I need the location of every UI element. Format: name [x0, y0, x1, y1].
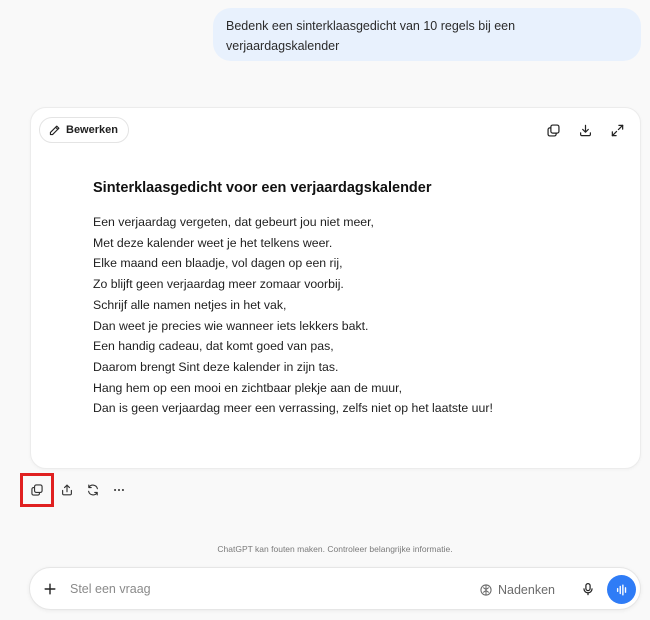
poem-line: Een verjaardag vergeten, dat gebeurt jou… [93, 215, 374, 229]
disclaimer-text: ChatGPT kan fouten maken. Controleer bel… [217, 544, 453, 554]
more-icon [114, 488, 124, 492]
canvas-card: Bewerken Sinterklaasgedicht voor een ver… [30, 107, 641, 469]
copy-icon [546, 123, 560, 137]
poem-line: Met deze kalender weet je het telkens we… [93, 235, 333, 250]
think-button[interactable]: Nadenken [479, 579, 555, 601]
canvas-expand-button[interactable] [608, 121, 626, 139]
poem-line: Schrijf alle namen netjes in het vak, [93, 297, 287, 312]
microphone-icon [583, 582, 593, 596]
dictate-button[interactable] [578, 579, 598, 599]
expand-icon [611, 124, 623, 136]
poem-lines: Een verjaardag vergeten, dat gebeurt jou… [93, 212, 493, 419]
poem-line: Elke maand een blaadje, vol dagen op een… [93, 256, 343, 271]
poem-line: Daarom brengt Sint deze kalender in zijn… [93, 359, 339, 374]
message-input[interactable] [70, 578, 450, 600]
pencil-icon [49, 125, 60, 135]
plus-icon [44, 583, 56, 595]
lightbulb-icon [480, 584, 492, 596]
poem-line: Zo blijft geen verjaardag meer zomaar vo… [93, 277, 344, 292]
canvas-copy-button[interactable] [544, 121, 562, 139]
poem-line: Hang hem op een mooi en zichtbaar plekje… [93, 380, 402, 395]
poem-line: Dan weet je precies wie wanneer iets lek… [93, 318, 369, 333]
edit-button[interactable]: Bewerken [39, 117, 129, 143]
audio-waveform-icon [616, 583, 626, 596]
canvas-title: Sinterklaasgedicht voor een verjaardagsk… [93, 180, 432, 196]
edit-button-label: Bewerken [66, 124, 118, 136]
chat-page: Bedenk een sinterklaasgedicht van 10 reg… [0, 0, 650, 620]
user-message-bubble: Bedenk een sinterklaasgedicht van 10 reg… [213, 8, 641, 61]
composer: Nadenken [29, 567, 641, 610]
copy-icon [31, 484, 43, 496]
copy-message-button[interactable] [20, 473, 54, 507]
canvas-download-button[interactable] [576, 121, 594, 139]
poem-line: Een handig cadeau, dat komt goed van pas… [93, 339, 334, 354]
voice-mode-button[interactable] [607, 575, 636, 604]
user-message-text: Bedenk een sinterklaasgedicht van 10 reg… [226, 19, 516, 53]
share-button[interactable] [54, 477, 80, 503]
think-label: Nadenken [498, 583, 555, 597]
poem-line: Dan is geen verjaardag meer een verrassi… [93, 401, 493, 416]
canvas-toolbar [544, 121, 626, 139]
message-actions [20, 473, 132, 507]
regenerate-icon [88, 484, 98, 496]
regenerate-button[interactable] [80, 477, 106, 503]
attach-button[interactable] [40, 579, 60, 599]
share-icon [62, 484, 72, 496]
more-options-button[interactable] [106, 477, 132, 503]
download-icon [579, 124, 591, 136]
